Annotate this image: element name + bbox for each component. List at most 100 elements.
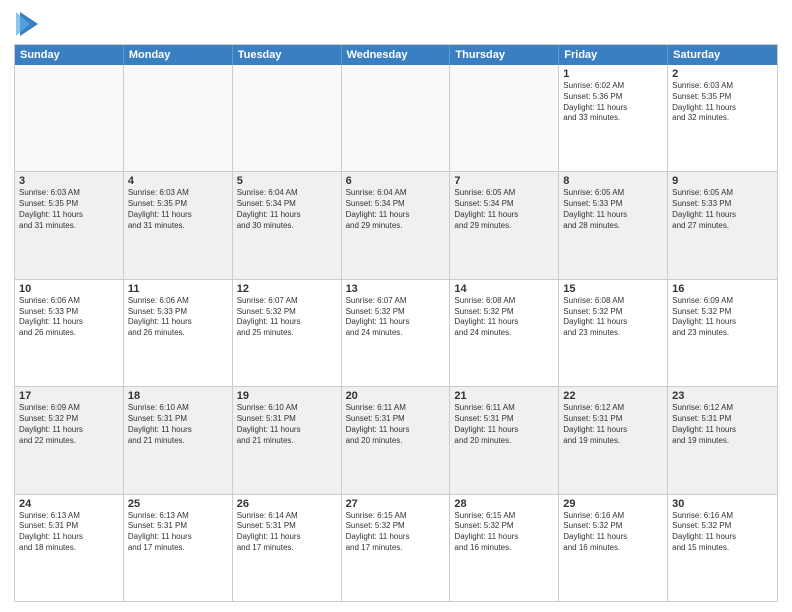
weekday-header-thursday: Thursday — [450, 45, 559, 65]
day-number: 5 — [237, 175, 337, 187]
calendar-body: 1Sunrise: 6:02 AMSunset: 5:36 PMDaylight… — [15, 65, 777, 601]
day-info: Sunrise: 6:05 AMSunset: 5:34 PMDaylight:… — [454, 188, 554, 231]
day-info: Sunrise: 6:08 AMSunset: 5:32 PMDaylight:… — [563, 296, 663, 339]
calendar-day-4: 4Sunrise: 6:03 AMSunset: 5:35 PMDaylight… — [124, 172, 233, 278]
empty-cell — [124, 65, 233, 171]
day-number: 3 — [19, 175, 119, 187]
weekday-header-sunday: Sunday — [15, 45, 124, 65]
calendar-day-6: 6Sunrise: 6:04 AMSunset: 5:34 PMDaylight… — [342, 172, 451, 278]
weekday-header-monday: Monday — [124, 45, 233, 65]
logo-area — [14, 10, 38, 38]
day-number: 23 — [672, 390, 773, 402]
page: SundayMondayTuesdayWednesdayThursdayFrid… — [0, 0, 792, 612]
day-info: Sunrise: 6:10 AMSunset: 5:31 PMDaylight:… — [237, 403, 337, 446]
day-info: Sunrise: 6:16 AMSunset: 5:32 PMDaylight:… — [672, 511, 773, 554]
day-info: Sunrise: 6:03 AMSunset: 5:35 PMDaylight:… — [19, 188, 119, 231]
day-info: Sunrise: 6:04 AMSunset: 5:34 PMDaylight:… — [346, 188, 446, 231]
day-number: 7 — [454, 175, 554, 187]
empty-cell — [15, 65, 124, 171]
day-number: 24 — [19, 498, 119, 510]
day-number: 12 — [237, 283, 337, 295]
day-number: 14 — [454, 283, 554, 295]
calendar-day-9: 9Sunrise: 6:05 AMSunset: 5:33 PMDaylight… — [668, 172, 777, 278]
calendar-day-17: 17Sunrise: 6:09 AMSunset: 5:32 PMDayligh… — [15, 387, 124, 493]
day-number: 6 — [346, 175, 446, 187]
day-number: 30 — [672, 498, 773, 510]
day-info: Sunrise: 6:03 AMSunset: 5:35 PMDaylight:… — [128, 188, 228, 231]
day-number: 10 — [19, 283, 119, 295]
empty-cell — [450, 65, 559, 171]
day-number: 8 — [563, 175, 663, 187]
day-info: Sunrise: 6:12 AMSunset: 5:31 PMDaylight:… — [672, 403, 773, 446]
day-info: Sunrise: 6:07 AMSunset: 5:32 PMDaylight:… — [346, 296, 446, 339]
day-info: Sunrise: 6:08 AMSunset: 5:32 PMDaylight:… — [454, 296, 554, 339]
weekday-header-saturday: Saturday — [668, 45, 777, 65]
calendar-day-29: 29Sunrise: 6:16 AMSunset: 5:32 PMDayligh… — [559, 495, 668, 601]
day-number: 16 — [672, 283, 773, 295]
day-info: Sunrise: 6:12 AMSunset: 5:31 PMDaylight:… — [563, 403, 663, 446]
calendar-day-13: 13Sunrise: 6:07 AMSunset: 5:32 PMDayligh… — [342, 280, 451, 386]
calendar-day-14: 14Sunrise: 6:08 AMSunset: 5:32 PMDayligh… — [450, 280, 559, 386]
day-info: Sunrise: 6:09 AMSunset: 5:32 PMDaylight:… — [672, 296, 773, 339]
calendar-day-10: 10Sunrise: 6:06 AMSunset: 5:33 PMDayligh… — [15, 280, 124, 386]
day-number: 15 — [563, 283, 663, 295]
logo-icon — [16, 10, 38, 38]
day-info: Sunrise: 6:13 AMSunset: 5:31 PMDaylight:… — [128, 511, 228, 554]
calendar-day-15: 15Sunrise: 6:08 AMSunset: 5:32 PMDayligh… — [559, 280, 668, 386]
day-info: Sunrise: 6:06 AMSunset: 5:33 PMDaylight:… — [19, 296, 119, 339]
day-info: Sunrise: 6:16 AMSunset: 5:32 PMDaylight:… — [563, 511, 663, 554]
calendar-day-26: 26Sunrise: 6:14 AMSunset: 5:31 PMDayligh… — [233, 495, 342, 601]
calendar-day-30: 30Sunrise: 6:16 AMSunset: 5:32 PMDayligh… — [668, 495, 777, 601]
day-number: 29 — [563, 498, 663, 510]
day-info: Sunrise: 6:06 AMSunset: 5:33 PMDaylight:… — [128, 296, 228, 339]
calendar-day-21: 21Sunrise: 6:11 AMSunset: 5:31 PMDayligh… — [450, 387, 559, 493]
calendar-header: SundayMondayTuesdayWednesdayThursdayFrid… — [15, 45, 777, 65]
calendar-day-23: 23Sunrise: 6:12 AMSunset: 5:31 PMDayligh… — [668, 387, 777, 493]
calendar-week-4: 17Sunrise: 6:09 AMSunset: 5:32 PMDayligh… — [15, 387, 777, 494]
day-info: Sunrise: 6:04 AMSunset: 5:34 PMDaylight:… — [237, 188, 337, 231]
day-number: 18 — [128, 390, 228, 402]
day-number: 20 — [346, 390, 446, 402]
day-info: Sunrise: 6:15 AMSunset: 5:32 PMDaylight:… — [454, 511, 554, 554]
calendar-day-7: 7Sunrise: 6:05 AMSunset: 5:34 PMDaylight… — [450, 172, 559, 278]
day-number: 4 — [128, 175, 228, 187]
empty-cell — [342, 65, 451, 171]
calendar-week-3: 10Sunrise: 6:06 AMSunset: 5:33 PMDayligh… — [15, 280, 777, 387]
calendar-day-16: 16Sunrise: 6:09 AMSunset: 5:32 PMDayligh… — [668, 280, 777, 386]
day-number: 19 — [237, 390, 337, 402]
day-number: 21 — [454, 390, 554, 402]
day-number: 9 — [672, 175, 773, 187]
calendar-week-1: 1Sunrise: 6:02 AMSunset: 5:36 PMDaylight… — [15, 65, 777, 172]
weekday-header-friday: Friday — [559, 45, 668, 65]
calendar-day-11: 11Sunrise: 6:06 AMSunset: 5:33 PMDayligh… — [124, 280, 233, 386]
day-info: Sunrise: 6:07 AMSunset: 5:32 PMDaylight:… — [237, 296, 337, 339]
calendar-day-3: 3Sunrise: 6:03 AMSunset: 5:35 PMDaylight… — [15, 172, 124, 278]
calendar-day-25: 25Sunrise: 6:13 AMSunset: 5:31 PMDayligh… — [124, 495, 233, 601]
day-info: Sunrise: 6:10 AMSunset: 5:31 PMDaylight:… — [128, 403, 228, 446]
day-info: Sunrise: 6:13 AMSunset: 5:31 PMDaylight:… — [19, 511, 119, 554]
calendar-day-2: 2Sunrise: 6:03 AMSunset: 5:35 PMDaylight… — [668, 65, 777, 171]
calendar-day-1: 1Sunrise: 6:02 AMSunset: 5:36 PMDaylight… — [559, 65, 668, 171]
header — [14, 10, 778, 38]
day-info: Sunrise: 6:11 AMSunset: 5:31 PMDaylight:… — [346, 403, 446, 446]
calendar-day-18: 18Sunrise: 6:10 AMSunset: 5:31 PMDayligh… — [124, 387, 233, 493]
calendar: SundayMondayTuesdayWednesdayThursdayFrid… — [14, 44, 778, 602]
day-number: 1 — [563, 68, 663, 80]
day-info: Sunrise: 6:11 AMSunset: 5:31 PMDaylight:… — [454, 403, 554, 446]
calendar-day-24: 24Sunrise: 6:13 AMSunset: 5:31 PMDayligh… — [15, 495, 124, 601]
calendar-week-5: 24Sunrise: 6:13 AMSunset: 5:31 PMDayligh… — [15, 495, 777, 601]
day-number: 28 — [454, 498, 554, 510]
calendar-day-20: 20Sunrise: 6:11 AMSunset: 5:31 PMDayligh… — [342, 387, 451, 493]
calendar-day-5: 5Sunrise: 6:04 AMSunset: 5:34 PMDaylight… — [233, 172, 342, 278]
day-info: Sunrise: 6:05 AMSunset: 5:33 PMDaylight:… — [672, 188, 773, 231]
calendar-day-8: 8Sunrise: 6:05 AMSunset: 5:33 PMDaylight… — [559, 172, 668, 278]
weekday-header-wednesday: Wednesday — [342, 45, 451, 65]
day-number: 25 — [128, 498, 228, 510]
day-info: Sunrise: 6:03 AMSunset: 5:35 PMDaylight:… — [672, 81, 773, 124]
calendar-day-22: 22Sunrise: 6:12 AMSunset: 5:31 PMDayligh… — [559, 387, 668, 493]
empty-cell — [233, 65, 342, 171]
day-number: 11 — [128, 283, 228, 295]
weekday-header-tuesday: Tuesday — [233, 45, 342, 65]
calendar-day-27: 27Sunrise: 6:15 AMSunset: 5:32 PMDayligh… — [342, 495, 451, 601]
calendar-week-2: 3Sunrise: 6:03 AMSunset: 5:35 PMDaylight… — [15, 172, 777, 279]
